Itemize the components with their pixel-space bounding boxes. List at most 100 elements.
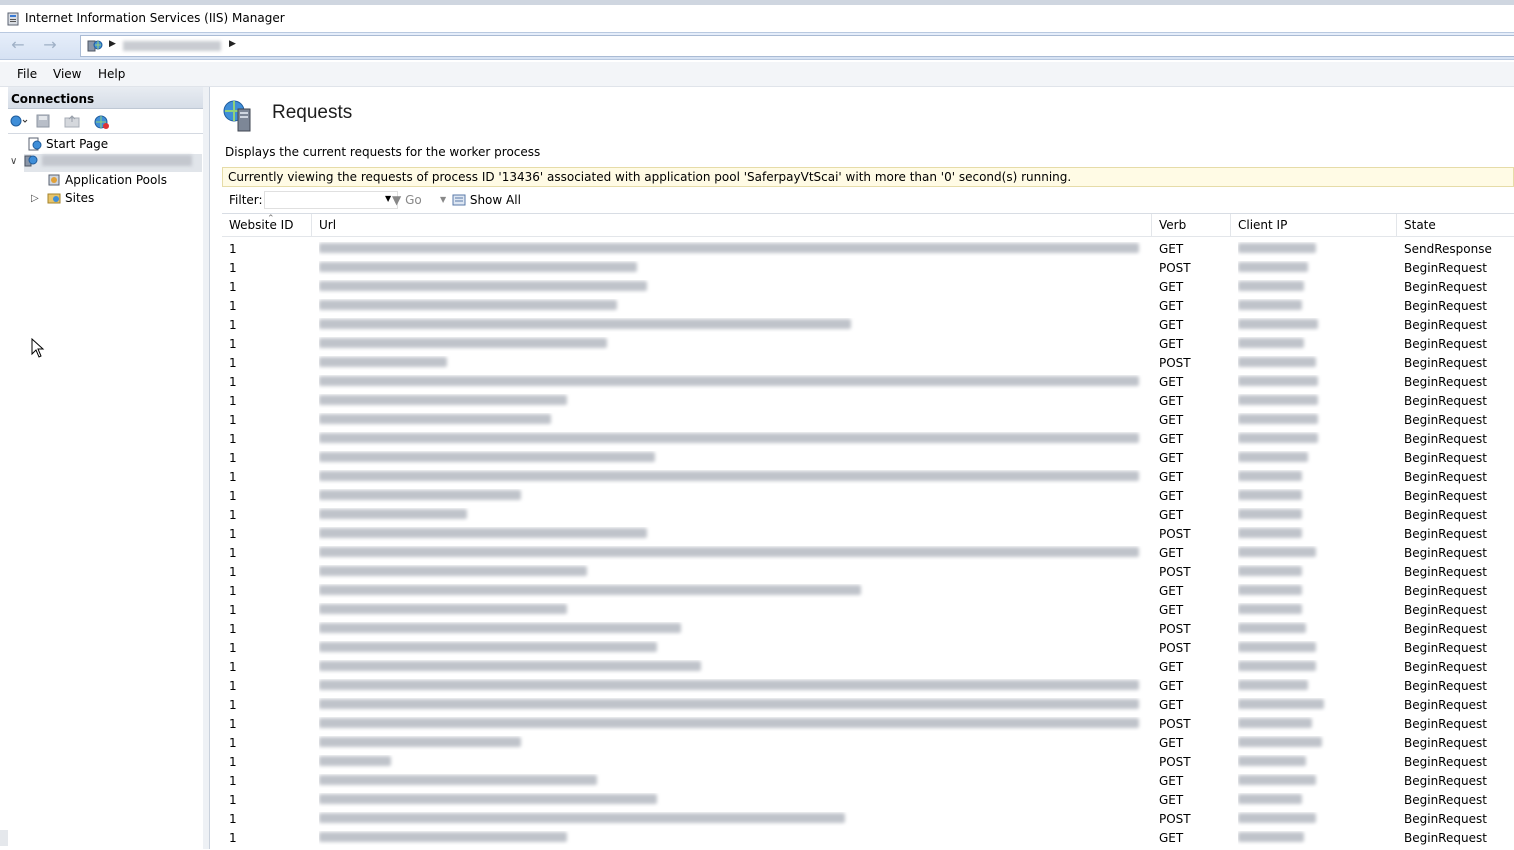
table-row[interactable]: 1 GET BeginRequest bbox=[222, 392, 1514, 411]
connect-server-icon[interactable] bbox=[93, 114, 111, 133]
up-level-icon[interactable] bbox=[64, 114, 80, 131]
menu-file[interactable]: File bbox=[17, 67, 37, 81]
table-row[interactable]: 1 GET BeginRequest bbox=[222, 411, 1514, 430]
column-header-label: State bbox=[1404, 218, 1436, 232]
info-bar: Currently viewing the requests of proces… bbox=[222, 167, 1514, 187]
tree-item-server[interactable] bbox=[24, 154, 202, 172]
cell-url-redacted bbox=[319, 432, 1149, 446]
table-row[interactable]: 1 GET BeginRequest bbox=[222, 316, 1514, 335]
table-row[interactable]: 1 GET SendResponse bbox=[222, 240, 1514, 259]
table-row[interactable]: 1 GET BeginRequest bbox=[222, 829, 1514, 848]
cell-url-redacted bbox=[319, 394, 1149, 408]
table-row[interactable]: 1 GET BeginRequest bbox=[222, 449, 1514, 468]
table-row[interactable]: 1 POST BeginRequest bbox=[222, 810, 1514, 829]
table-row[interactable]: 1 POST BeginRequest bbox=[222, 354, 1514, 373]
application-pools-icon bbox=[48, 174, 60, 186]
table-row[interactable]: 1 POST BeginRequest bbox=[222, 639, 1514, 658]
table-row[interactable]: 1 GET BeginRequest bbox=[222, 772, 1514, 791]
connect-icon[interactable] bbox=[10, 114, 28, 131]
cell-client-ip-redacted bbox=[1238, 603, 1388, 617]
table-row[interactable]: 1 GET BeginRequest bbox=[222, 734, 1514, 753]
table-row[interactable]: 1 POST BeginRequest bbox=[222, 620, 1514, 639]
column-header-url[interactable]: Url bbox=[312, 214, 1152, 236]
cell-url-redacted bbox=[319, 337, 1149, 351]
cell-verb: GET bbox=[1159, 394, 1184, 408]
tree-item-application-pools[interactable]: Application Pools bbox=[47, 173, 167, 191]
breadcrumb-server-name[interactable] bbox=[123, 41, 221, 51]
cell-url-redacted bbox=[319, 793, 1149, 807]
table-row[interactable]: 1 GET BeginRequest bbox=[222, 468, 1514, 487]
table-row[interactable]: 1 GET BeginRequest bbox=[222, 335, 1514, 354]
server-name-redacted bbox=[42, 155, 192, 166]
show-all-button[interactable]: Show All bbox=[452, 193, 521, 207]
cell-url-redacted bbox=[319, 660, 1149, 674]
forward-arrow-icon[interactable]: → bbox=[40, 37, 60, 55]
cell-state: BeginRequest bbox=[1404, 337, 1487, 351]
cell-website-id: 1 bbox=[229, 641, 237, 655]
table-row[interactable]: 1 GET BeginRequest bbox=[222, 658, 1514, 677]
sites-folder-icon bbox=[47, 193, 61, 204]
cell-url-redacted bbox=[319, 299, 1149, 313]
cell-client-ip-redacted bbox=[1238, 812, 1388, 826]
column-header-state[interactable]: State bbox=[1397, 214, 1514, 236]
tree-item-sites[interactable]: Sites bbox=[47, 191, 94, 209]
cell-state: BeginRequest bbox=[1404, 793, 1487, 807]
expand-chevron-icon[interactable]: ▷ bbox=[31, 193, 39, 204]
column-header-client-ip[interactable]: Client IP bbox=[1231, 214, 1397, 236]
cell-client-ip-redacted bbox=[1238, 375, 1388, 389]
cell-state: BeginRequest bbox=[1404, 736, 1487, 750]
cell-state: BeginRequest bbox=[1404, 831, 1487, 845]
cell-url-redacted bbox=[319, 717, 1149, 731]
breadcrumb-separator-icon[interactable]: ▶ bbox=[229, 39, 236, 49]
tree-item-label: Start Page bbox=[46, 137, 109, 151]
breadcrumb-separator-icon[interactable]: ▶ bbox=[109, 39, 116, 49]
table-row[interactable]: 1 GET BeginRequest bbox=[222, 677, 1514, 696]
table-row[interactable]: 1 POST BeginRequest bbox=[222, 259, 1514, 278]
cell-client-ip-redacted bbox=[1238, 299, 1388, 313]
cell-state: BeginRequest bbox=[1404, 584, 1487, 598]
table-row[interactable]: 1 POST BeginRequest bbox=[222, 563, 1514, 582]
cell-website-id: 1 bbox=[229, 793, 237, 807]
cell-website-id: 1 bbox=[229, 375, 237, 389]
menu-help[interactable]: Help bbox=[98, 67, 125, 81]
column-header-website-id[interactable]: ⌃ Website ID bbox=[222, 214, 312, 236]
menu-view[interactable]: View bbox=[53, 67, 81, 81]
cell-client-ip-redacted bbox=[1238, 660, 1388, 674]
cell-url-redacted bbox=[319, 736, 1149, 750]
cell-verb: GET bbox=[1159, 432, 1184, 446]
table-row[interactable]: 1 GET BeginRequest bbox=[222, 544, 1514, 563]
filter-dropdown-icon[interactable]: ▼ bbox=[385, 194, 391, 203]
table-row[interactable]: 1 POST BeginRequest bbox=[222, 715, 1514, 734]
cell-website-id: 1 bbox=[229, 755, 237, 769]
grid-header: ⌃ Website ID Url Verb Client IP State bbox=[222, 214, 1514, 237]
table-row[interactable]: 1 GET BeginRequest bbox=[222, 601, 1514, 620]
table-row[interactable]: 1 GET BeginRequest bbox=[222, 278, 1514, 297]
table-row[interactable]: 1 POST BeginRequest bbox=[222, 753, 1514, 772]
cell-url-redacted bbox=[319, 280, 1149, 294]
table-row[interactable]: 1 GET BeginRequest bbox=[222, 373, 1514, 392]
cell-state: BeginRequest bbox=[1404, 451, 1487, 465]
collapse-chevron-icon[interactable]: ∨ bbox=[10, 156, 17, 167]
save-icon[interactable] bbox=[36, 114, 50, 131]
table-row[interactable]: 1 GET BeginRequest bbox=[222, 506, 1514, 525]
table-row[interactable]: 1 GET BeginRequest bbox=[222, 487, 1514, 506]
cell-state: BeginRequest bbox=[1404, 660, 1487, 674]
table-row[interactable]: 1 POST BeginRequest bbox=[222, 525, 1514, 544]
go-dropdown-icon[interactable]: ▼ bbox=[440, 195, 446, 204]
table-row[interactable]: 1 GET BeginRequest bbox=[222, 791, 1514, 810]
tree-item-start-page[interactable]: Start Page bbox=[28, 137, 108, 155]
pane-splitter[interactable] bbox=[203, 87, 210, 849]
breadcrumb[interactable]: ▶ ▶ bbox=[80, 35, 1514, 57]
column-header-verb[interactable]: Verb bbox=[1152, 214, 1231, 236]
cell-state: BeginRequest bbox=[1404, 375, 1487, 389]
table-row[interactable]: 1 GET BeginRequest bbox=[222, 430, 1514, 449]
cell-client-ip-redacted bbox=[1238, 242, 1388, 256]
table-row[interactable]: 1 GET BeginRequest bbox=[222, 582, 1514, 601]
table-row[interactable]: 1 GET BeginRequest bbox=[222, 696, 1514, 715]
cell-url-redacted bbox=[319, 755, 1149, 769]
filter-input[interactable] bbox=[264, 191, 398, 209]
go-button[interactable]: ▼ Go bbox=[392, 193, 422, 207]
connections-header: Connections bbox=[8, 87, 203, 109]
back-arrow-icon[interactable]: ← bbox=[8, 37, 28, 55]
table-row[interactable]: 1 GET BeginRequest bbox=[222, 297, 1514, 316]
